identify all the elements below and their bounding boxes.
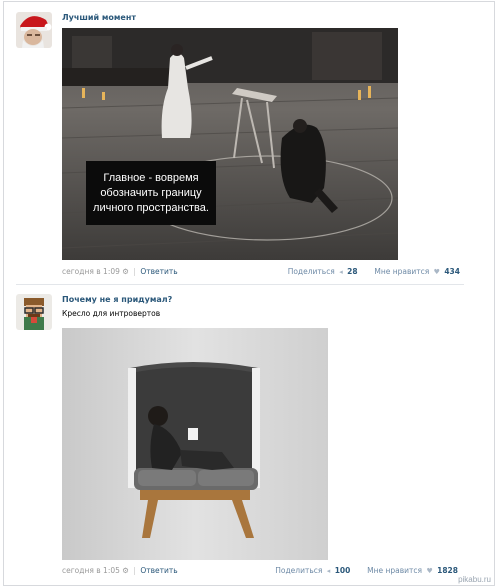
post: Почему не я придумал? Кресло для интрове… bbox=[4, 288, 494, 586]
post-time[interactable]: сегодня в 1:05 bbox=[62, 566, 120, 575]
post-author[interactable]: Лучший момент bbox=[62, 13, 136, 22]
post-author[interactable]: Почему не я придумал? bbox=[62, 295, 172, 304]
avatar[interactable] bbox=[16, 294, 52, 330]
share-button[interactable]: Поделиться bbox=[275, 566, 322, 575]
feed-frame: Лучший момент Главное - вовремя обозначи… bbox=[3, 1, 495, 586]
post-photo[interactable]: Главное - вовремя обозначить границу лич… bbox=[62, 28, 398, 260]
share-count: 100 bbox=[334, 566, 351, 575]
avatar[interactable] bbox=[16, 12, 52, 48]
like-count: 434 bbox=[444, 267, 460, 276]
post-divider bbox=[16, 284, 464, 285]
post-time[interactable]: сегодня в 1:09 bbox=[62, 267, 120, 276]
reply-link[interactable]: Ответить bbox=[140, 267, 177, 276]
like-count: 1828 bbox=[437, 566, 458, 575]
settings-icon[interactable]: ⚙ bbox=[122, 267, 129, 276]
post-photo[interactable] bbox=[62, 328, 328, 560]
post-text: Кресло для интровертов bbox=[62, 309, 161, 318]
share-button[interactable]: Поделиться bbox=[288, 267, 335, 276]
separator: | bbox=[133, 566, 136, 575]
image-caption: Главное - вовремя обозначить границу лич… bbox=[86, 161, 216, 225]
settings-icon[interactable]: ⚙ bbox=[122, 566, 129, 575]
share-icon[interactable]: ◂ bbox=[327, 567, 331, 575]
share-icon[interactable]: ◂ bbox=[339, 268, 343, 276]
watermark: pikabu.ru bbox=[458, 575, 491, 584]
post: Лучший момент Главное - вовремя обозначи… bbox=[4, 6, 494, 282]
share-count: 28 bbox=[347, 267, 358, 276]
post-actions: Поделиться ◂ 100 Мне нравится ♥ 1828 bbox=[275, 566, 458, 575]
post-actions: Поделиться ◂ 28 Мне нравится ♥ 434 bbox=[288, 267, 460, 276]
post-meta: сегодня в 1:09 ⚙ | Ответить bbox=[62, 267, 178, 276]
separator: | bbox=[133, 267, 136, 276]
heart-icon[interactable]: ♥ bbox=[426, 567, 432, 575]
post-meta: сегодня в 1:05 ⚙ | Ответить bbox=[62, 566, 178, 575]
reply-link[interactable]: Ответить bbox=[140, 566, 177, 575]
like-button[interactable]: Мне нравится bbox=[374, 267, 429, 276]
like-button[interactable]: Мне нравится bbox=[367, 566, 422, 575]
heart-icon[interactable]: ♥ bbox=[434, 268, 440, 276]
